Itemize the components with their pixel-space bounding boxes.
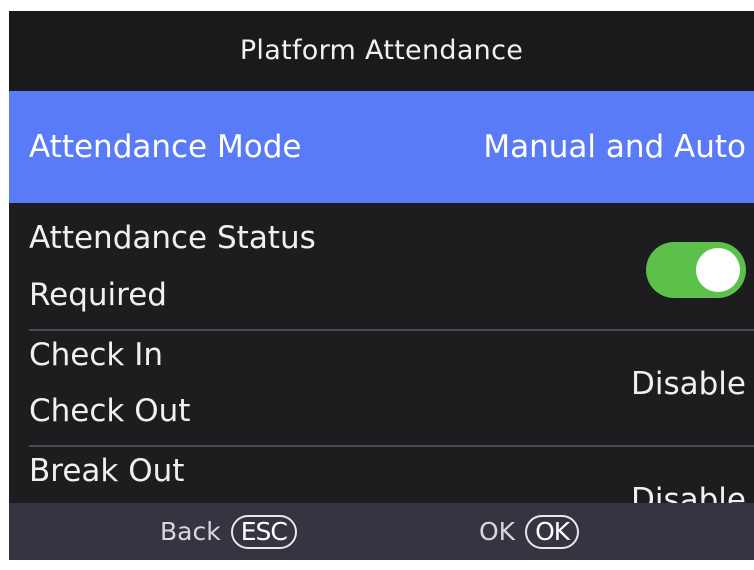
ok-key-icon: OK: [525, 514, 580, 549]
footer-bar: Back ESC OK OK: [9, 503, 754, 560]
back-hint[interactable]: Back ESC: [160, 503, 297, 560]
page-title: Platform Attendance: [239, 35, 524, 66]
attendance-mode-value: Manual and Auto: [483, 129, 746, 165]
ok-hint[interactable]: OK OK: [479, 503, 580, 560]
check-out-label: Check Out: [29, 393, 191, 429]
attendance-status-required-row[interactable]: Attendance Status Required: [9, 203, 754, 328]
device-screen: Platform Attendance Attendance Mode Manu…: [9, 11, 754, 560]
check-in-check-out-row[interactable]: Check In Check Out Disable: [9, 331, 754, 445]
break-out-row[interactable]: Break Out Disable: [9, 447, 754, 503]
check-in-out-value: Disable: [631, 366, 746, 402]
ok-label: OK: [479, 517, 516, 546]
back-label: Back: [160, 517, 221, 546]
break-out-value: Disable: [631, 482, 746, 503]
attendance-mode-row[interactable]: Attendance Mode Manual and Auto: [9, 91, 754, 203]
settings-list: Attendance Status Required Check In Chec…: [9, 203, 754, 503]
attendance-status-label-line1: Attendance Status: [29, 220, 316, 256]
toggle-knob: [696, 248, 740, 292]
esc-key-icon: ESC: [230, 514, 297, 549]
check-in-label: Check In: [29, 337, 164, 373]
title-bar: Platform Attendance: [9, 11, 754, 90]
attendance-status-label-line2: Required: [29, 277, 167, 313]
attendance-status-required-toggle[interactable]: [646, 242, 746, 298]
attendance-mode-label: Attendance Mode: [29, 129, 302, 165]
break-out-label: Break Out: [29, 453, 185, 489]
